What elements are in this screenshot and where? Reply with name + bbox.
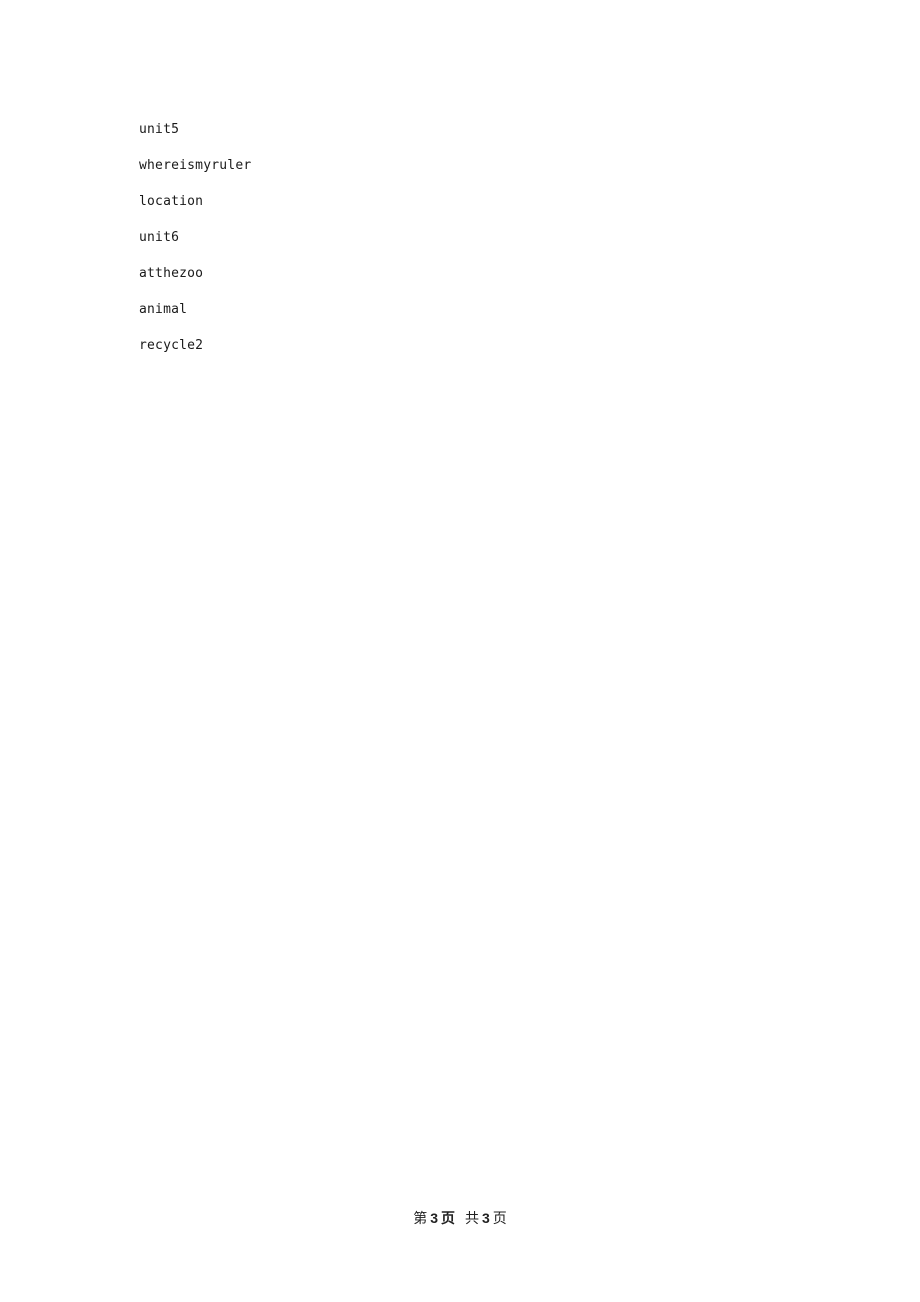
text-line: location	[139, 194, 204, 209]
text-line: unit6	[139, 230, 180, 245]
text-line: atthezoo	[139, 266, 204, 281]
total-suffix: 页	[492, 1211, 507, 1227]
text-line: animal	[139, 302, 188, 317]
total-prefix: 共	[465, 1211, 479, 1227]
page-footer: 第3页共3页	[0, 1209, 920, 1228]
text-line: whereismyruler	[139, 158, 252, 173]
total-pages-number: 3	[482, 1210, 490, 1226]
current-page-number: 3	[430, 1210, 438, 1226]
page-prefix: 第	[413, 1211, 428, 1227]
page-label: 页	[441, 1211, 455, 1227]
text-line: unit5	[139, 122, 180, 137]
document-body: unit5 whereismyruler location unit6 atth…	[139, 121, 251, 373]
text-line: recycle2	[139, 338, 204, 353]
